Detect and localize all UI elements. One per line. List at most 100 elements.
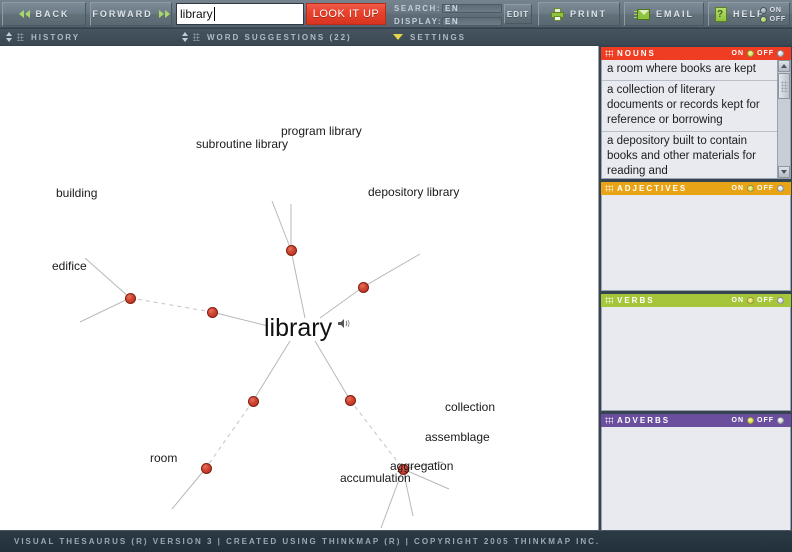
panel-on-dot-adjectives[interactable]	[747, 185, 754, 192]
word-label-assemblage[interactable]: assemblage	[425, 430, 490, 444]
forward-button[interactable]: FORWARD	[90, 2, 172, 26]
toggle-on-row[interactable]: ON	[759, 6, 786, 15]
text-caret	[213, 7, 215, 21]
secondary-toolbar: HISTORY WORD SUGGESTIONS (22) SETTINGS	[0, 29, 792, 45]
panel-off-dot-nouns[interactable]	[777, 50, 784, 57]
panel-onoff-nouns[interactable]: ON OFF	[732, 50, 788, 57]
node-depository[interactable]	[358, 282, 369, 293]
drag-handle-icon[interactable]	[17, 33, 24, 41]
panel-off-label-adverbs: OFF	[757, 417, 774, 424]
node-program-library[interactable]	[286, 245, 297, 256]
parts-of-speech-panel: NOUNS ON OFF a room where books are kept a c…	[598, 46, 792, 534]
word-label-depository-library[interactable]: depository library	[368, 185, 459, 199]
word-label-collection[interactable]: collection	[445, 400, 495, 414]
center-word-library[interactable]: library	[264, 314, 332, 343]
scrollbar-thumb[interactable]	[778, 73, 790, 99]
word-map-canvas[interactable]: library program library subroutine librar…	[0, 46, 598, 530]
back-arrow-icon	[18, 10, 31, 18]
node-room-branch[interactable]	[248, 396, 259, 407]
panel-header-adjectives[interactable]: ADJECTIVES ON OFF	[601, 182, 791, 195]
node-room[interactable]	[201, 463, 212, 474]
scroll-down-icon[interactable]	[778, 166, 790, 178]
print-button-label: PRINT	[570, 9, 607, 19]
expand-collapse-icon[interactable]	[181, 32, 189, 42]
main-toolbar: BACK FORWARD library LOOK IT UP SEARCH: …	[0, 0, 792, 28]
toggle-off-row[interactable]: OFF	[759, 15, 786, 24]
panel-on-dot-nouns[interactable]	[747, 50, 754, 57]
panel-off-label-nouns: OFF	[757, 50, 774, 57]
sense-item[interactable]: a room where books are kept	[602, 60, 777, 81]
settings-tab[interactable]: SETTINGS	[386, 29, 598, 45]
search-input[interactable]: library	[176, 3, 304, 25]
drag-handle-icon[interactable]	[605, 417, 613, 424]
speaker-icon[interactable]	[338, 318, 351, 329]
panel-off-dot-adjectives[interactable]	[777, 185, 784, 192]
display-language-value[interactable]: EN	[442, 17, 502, 26]
history-label: HISTORY	[31, 32, 81, 42]
panel-on-label-verbs: ON	[731, 297, 744, 304]
panel-body-verbs	[601, 307, 791, 411]
word-label-subroutine-library[interactable]: subroutine library	[196, 137, 288, 151]
panel-off-dot-adverbs[interactable]	[777, 417, 784, 424]
edit-button[interactable]: EDIT	[504, 4, 532, 24]
panel-on-dot-verbs[interactable]	[747, 297, 754, 304]
search-language-row: SEARCH: EN	[394, 3, 502, 14]
drag-handle-icon[interactable]	[605, 185, 613, 192]
drag-handle-icon[interactable]	[605, 297, 613, 304]
panel-header-adverbs[interactable]: ADVERBS ON OFF	[601, 414, 791, 427]
panel-onoff-adjectives[interactable]: ON OFF	[732, 185, 788, 192]
word-map-edges	[79, 200, 450, 529]
chevron-down-icon[interactable]	[393, 34, 403, 40]
drag-handle-icon[interactable]	[193, 33, 200, 41]
panel-body-adverbs	[601, 427, 791, 534]
word-label-building[interactable]: building	[56, 186, 97, 200]
printer-icon	[551, 7, 564, 21]
sense-list-nouns[interactable]: a room where books are kept a collection …	[602, 60, 777, 178]
search-language-key: SEARCH:	[394, 4, 441, 13]
panel-header-nouns[interactable]: NOUNS ON OFF	[601, 47, 791, 60]
back-button[interactable]: BACK	[2, 2, 86, 26]
expand-collapse-icon[interactable]	[5, 32, 13, 42]
panel-title-verbs: VERBS	[617, 296, 655, 305]
toggle-off-dot[interactable]	[759, 16, 767, 23]
toggle-on-dot[interactable]	[759, 7, 767, 14]
word-label-edifice[interactable]: edifice	[52, 259, 87, 273]
look-it-up-button[interactable]: LOOK IT UP	[306, 3, 386, 25]
panel-off-label-verbs: OFF	[757, 297, 774, 304]
edit-button-label: EDIT	[506, 9, 530, 19]
visual-thesaurus-window: BACK FORWARD library LOOK IT UP SEARCH: …	[0, 0, 792, 552]
sense-item[interactable]: a collection of literary documents or re…	[602, 81, 777, 132]
scrollbar-nouns[interactable]	[777, 60, 790, 178]
envelope-icon	[634, 8, 650, 20]
search-input-value: library	[180, 7, 213, 21]
back-button-label: BACK	[35, 9, 70, 19]
help-onoff-toggle[interactable]: ON OFF	[759, 6, 786, 24]
word-label-room[interactable]: room	[150, 451, 177, 465]
drag-handle-icon[interactable]	[605, 50, 613, 57]
word-label-program-library[interactable]: program library	[281, 124, 362, 138]
panel-on-label-nouns: ON	[731, 50, 744, 57]
panel-off-dot-verbs[interactable]	[777, 297, 784, 304]
email-button[interactable]: EMAIL	[624, 2, 704, 26]
status-bar-text: VISUAL THESAURUS (R) VERSION 3 | CREATED…	[14, 537, 601, 546]
node-collection-branch[interactable]	[345, 395, 356, 406]
panel-on-dot-adverbs[interactable]	[747, 417, 754, 424]
panel-body-nouns: a room where books are kept a collection …	[601, 60, 791, 179]
panel-onoff-verbs[interactable]: ON OFF	[732, 297, 788, 304]
toggle-off-label: OFF	[769, 16, 786, 23]
search-language-value[interactable]: EN	[442, 4, 502, 13]
panel-onoff-adverbs[interactable]: ON OFF	[732, 417, 788, 424]
node-edifice-link[interactable]	[207, 307, 218, 318]
scroll-up-icon[interactable]	[778, 60, 790, 72]
history-panel-tab[interactable]: HISTORY	[0, 29, 176, 45]
sense-item[interactable]: a depository built to contain books and …	[602, 132, 777, 178]
node-building[interactable]	[125, 293, 136, 304]
word-label-accumulation[interactable]: accumulation	[340, 471, 411, 485]
panel-on-label-adjectives: ON	[731, 185, 744, 192]
word-suggestions-tab[interactable]: WORD SUGGESTIONS (22)	[176, 29, 386, 45]
help-button[interactable]: ? HELP ON OFF	[708, 2, 790, 26]
panel-off-label-adjectives: OFF	[757, 185, 774, 192]
panel-header-verbs[interactable]: VERBS ON OFF	[601, 294, 791, 307]
print-button[interactable]: PRINT	[538, 2, 620, 26]
language-settings: SEARCH: EN DISPLAY: EN	[394, 3, 502, 26]
